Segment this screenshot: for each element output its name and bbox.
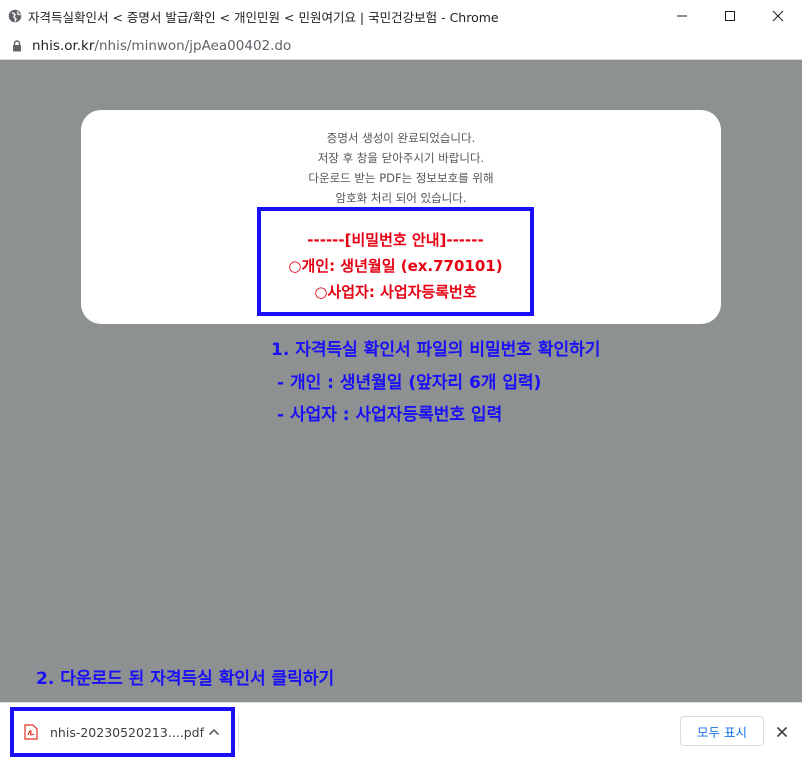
address-bar[interactable]: nhis.or.kr/nhis/minwon/jpAea00402.do [0, 32, 802, 60]
lock-icon[interactable] [12, 39, 22, 52]
download-shelf: nhis-20230520213....pdf 모두 표시 [0, 702, 802, 760]
close-icon [776, 726, 788, 738]
pdf-file-icon [24, 724, 38, 740]
message-line-3: 다운로드 받는 PDF는 정보보호를 위해 [308, 171, 494, 185]
password-notice-header: ------[비밀번호 안내]------ [307, 231, 484, 249]
minimize-icon [677, 15, 687, 17]
password-notice-business: ○사업자: 사업자등록번호 [314, 283, 477, 301]
annotation-step2: 2. 다운로드 된 자격득실 확인서 클릭하기 [36, 669, 335, 689]
annotation-step1-individual: - 개인 : 생년월일 (앞자리 6개 입력) [277, 373, 542, 393]
message-line-1: 증명서 생성이 완료되었습니다. [326, 131, 476, 145]
maximize-button[interactable] [706, 0, 754, 32]
url-path: /nhis/minwon/jpAea00402.do [94, 37, 292, 54]
password-notice-highlight: ------[비밀번호 안내]------ ○개인: 생년월일 (ex.7701… [257, 207, 534, 316]
close-shelf-button[interactable] [772, 722, 792, 742]
globe-icon [8, 9, 22, 23]
message-line-4: 암호화 처리 되어 있습니다. [335, 191, 467, 205]
message-line-2: 저장 후 창을 닫아주시기 바랍니다. [317, 151, 485, 165]
close-window-button[interactable] [754, 0, 802, 32]
window-title: 자격득실확인서 < 증명서 발급/확인 < 개인민원 < 민원여기요 | 국민건… [28, 9, 499, 25]
annotation-step1-business: - 사업자 : 사업자등록번호 입력 [277, 405, 503, 425]
download-item[interactable]: nhis-20230520213....pdf [10, 707, 235, 757]
minimize-button[interactable] [658, 0, 706, 32]
window-controls [658, 0, 802, 32]
shelf-divider [238, 715, 239, 751]
show-all-button[interactable]: 모두 표시 [680, 716, 764, 746]
close-icon [772, 10, 784, 22]
url-host: nhis.or.kr [32, 37, 95, 54]
download-file-name: nhis-20230520213....pdf [50, 724, 204, 740]
password-notice-individual: ○개인: 생년월일 (ex.770101) [288, 257, 503, 275]
window-titlebar: 자격득실확인서 < 증명서 발급/확인 < 개인민원 < 민원여기요 | 국민건… [0, 0, 802, 32]
chevron-up-icon[interactable] [207, 725, 221, 739]
maximize-icon [725, 11, 735, 21]
annotation-step1-title: 1. 자격득실 확인서 파일의 비밀번호 확인하기 [271, 340, 601, 360]
url-text[interactable]: nhis.or.kr/nhis/minwon/jpAea00402.do [32, 38, 291, 54]
page-content: 증명서 생성이 완료되었습니다. 저장 후 창을 닫아주시기 바랍니다. 다운로… [0, 60, 802, 702]
